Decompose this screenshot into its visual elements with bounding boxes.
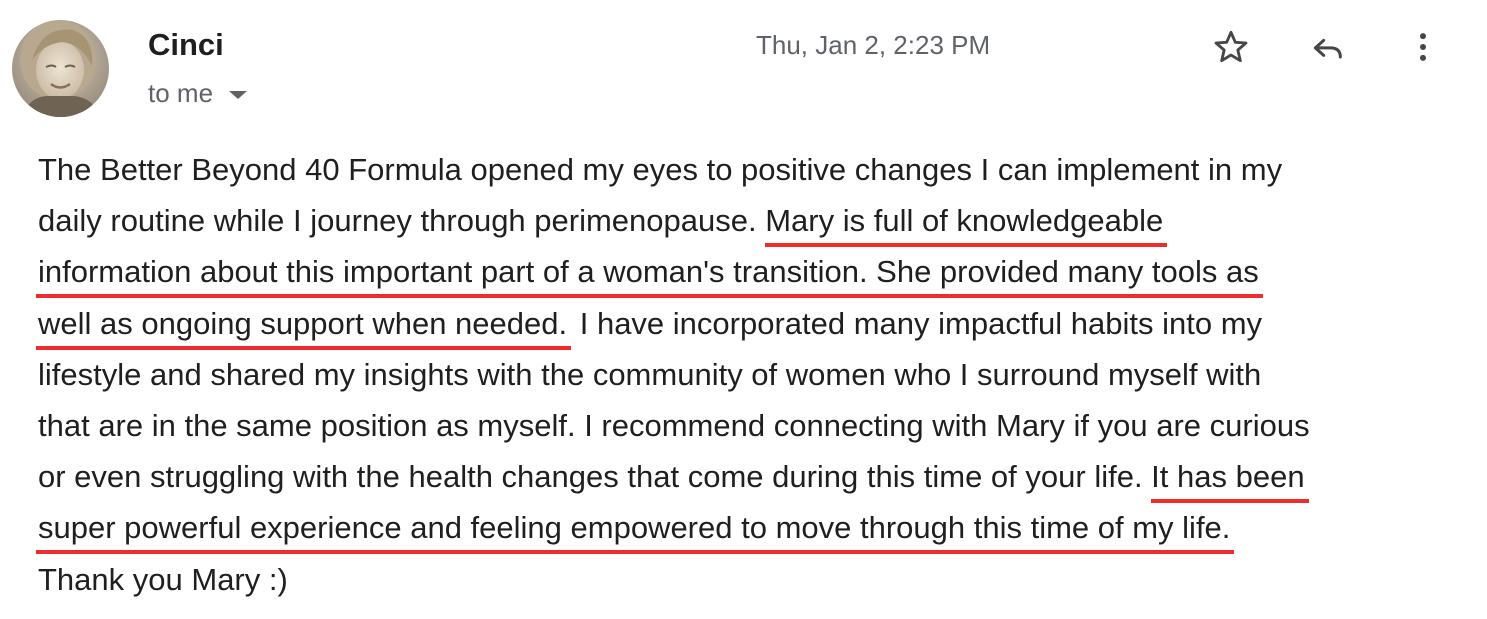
star-button[interactable]	[1208, 24, 1254, 70]
more-options-button[interactable]	[1400, 24, 1446, 70]
body-line: super powerful experience and feeling em…	[36, 502, 1458, 555]
reply-icon	[1313, 38, 1342, 59]
more-vert-icon	[1420, 33, 1426, 61]
recipient-label: to me	[148, 77, 214, 108]
body-line: The Better Beyond 40 Formula opened my e…	[38, 144, 1458, 195]
highlighted-text: information about this important part of…	[36, 250, 1263, 299]
body-line: well as ongoing support when needed. I h…	[36, 298, 1458, 350]
chevron-down-icon	[229, 90, 248, 99]
avatar-photo	[12, 20, 109, 117]
body-line: or even struggling with the health chang…	[38, 451, 1458, 504]
body-line: daily routine while I journey through pe…	[38, 195, 1458, 248]
body-text: lifestyle and shared my insights with th…	[38, 356, 1262, 392]
reply-button[interactable]	[1304, 24, 1350, 70]
body-text: or even struggling with the health chang…	[38, 459, 1152, 495]
body-line: information about this important part of…	[36, 246, 1458, 299]
recipient-details-toggle[interactable]: to me	[148, 76, 248, 110]
highlighted-text: super powerful experience and feeling em…	[36, 506, 1235, 555]
sender-name[interactable]: Cinci	[148, 26, 224, 64]
body-line: that are in the same position as myself.…	[38, 400, 1458, 451]
email-body: The Better Beyond 40 Formula opened my e…	[36, 144, 1458, 605]
body-text: daily routine while I journey through pe…	[38, 203, 766, 239]
body-line: lifestyle and shared my insights with th…	[38, 349, 1458, 400]
highlighted-text: well as ongoing support when needed.	[36, 302, 572, 350]
highlighted-text: It has been	[1151, 455, 1309, 504]
body-text: I have incorporated many impactful habit…	[571, 305, 1263, 341]
star-icon	[1214, 30, 1248, 63]
body-text: The Better Beyond 40 Formula opened my e…	[38, 152, 1283, 187]
body-text: Thank you Mary :)	[38, 561, 288, 597]
body-text: that are in the same position as myself.…	[38, 407, 1310, 443]
highlighted-text: Mary is full of knowledgeable	[765, 199, 1168, 248]
body-line: Thank you Mary :)	[38, 554, 1458, 605]
email-date: Thu, Jan 2, 2:23 PM	[756, 30, 991, 60]
avatar[interactable]	[12, 20, 109, 117]
